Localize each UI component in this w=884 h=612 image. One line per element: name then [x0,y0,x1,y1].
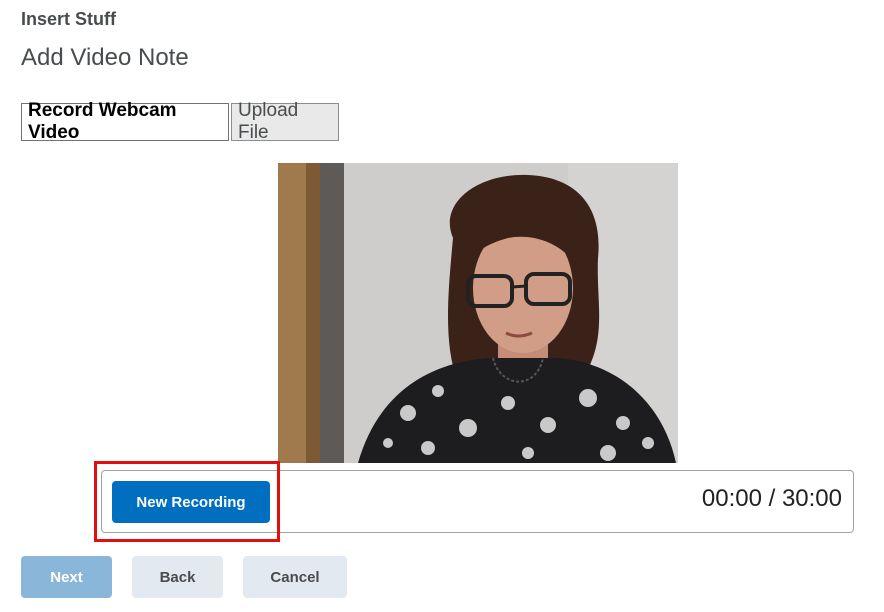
section-title: Add Video Note [21,44,189,71]
webcam-frame-image [278,163,678,463]
dialog-title: Insert Stuff [21,9,117,29]
next-button[interactable]: Next [21,556,112,598]
cancel-button[interactable]: Cancel [243,556,347,598]
back-button[interactable]: Back [132,556,223,598]
recorder-controls: New Recording 00:00 / 30:00 [101,470,854,533]
tab-record-webcam-video[interactable]: Record Webcam Video [21,100,229,143]
tab-upload-file[interactable]: Upload File [231,100,339,143]
new-recording-button[interactable]: New Recording [112,481,270,523]
source-tabs: Record Webcam Video Upload File [21,100,339,143]
insert-stuff-dialog: Insert Stuff Add Video Note Record Webca… [0,0,884,612]
webcam-preview [278,163,678,463]
recording-timer: 00:00 / 30:00 [701,485,842,512]
